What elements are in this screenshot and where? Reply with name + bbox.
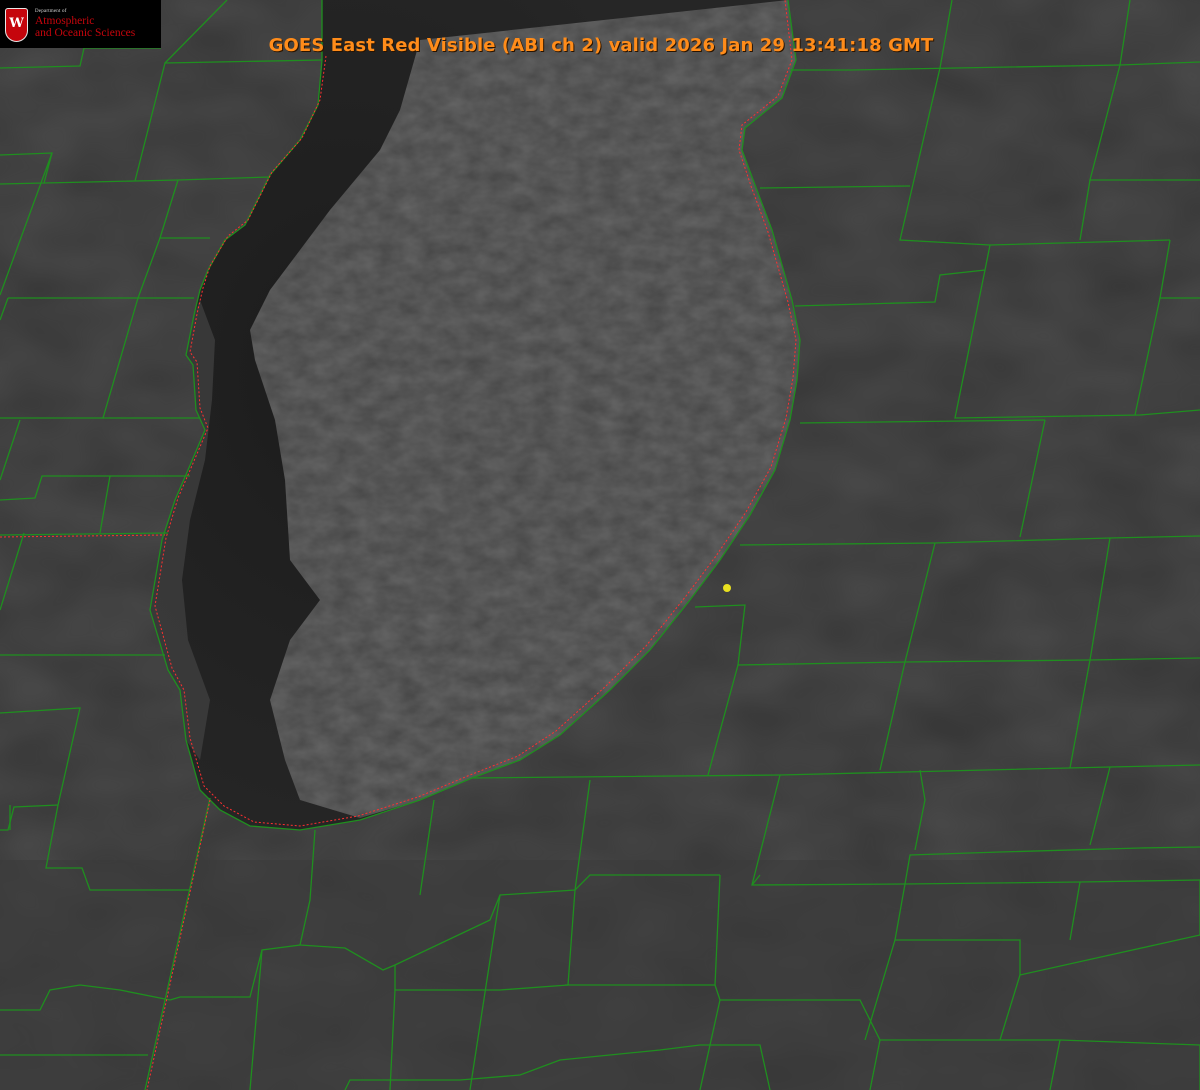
station-marker[interactable] xyxy=(723,584,731,592)
logo-department: Department of xyxy=(35,9,67,14)
crest-letter: W xyxy=(9,16,24,31)
satellite-viewer: W Department of Atmospheric and Oceanic … xyxy=(0,0,1200,1090)
satellite-map[interactable] xyxy=(0,0,1200,1090)
logo-line1: Atmospheric xyxy=(35,15,95,27)
image-title: GOES East Red Visible (ABI ch 2) valid 2… xyxy=(268,35,934,56)
